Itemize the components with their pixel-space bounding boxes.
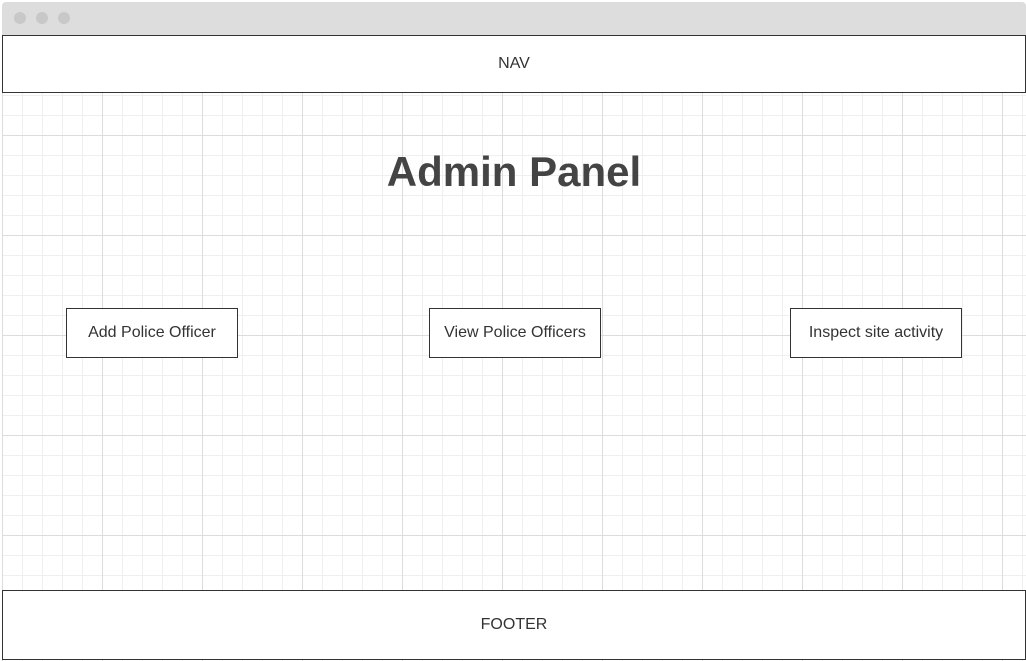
nav-bar: NAV bbox=[2, 35, 1026, 93]
view-police-officers-label: View Police Officers bbox=[444, 324, 586, 341]
window-minimize-dot[interactable] bbox=[36, 12, 48, 24]
browser-window: NAV Admin Panel Add Police Officer View … bbox=[2, 2, 1026, 661]
window-maximize-dot[interactable] bbox=[58, 12, 70, 24]
add-police-officer-label: Add Police Officer bbox=[88, 324, 216, 341]
window-titlebar bbox=[2, 2, 1026, 35]
page-title: Admin Panel bbox=[386, 148, 642, 195]
footer: FOOTER bbox=[2, 590, 1026, 660]
inspect-site-activity-button[interactable]: Inspect site activity bbox=[790, 308, 962, 358]
view-police-officers-button[interactable]: View Police Officers bbox=[429, 308, 601, 358]
inspect-site-activity-label: Inspect site activity bbox=[808, 324, 944, 341]
nav-label: NAV bbox=[498, 55, 530, 72]
add-police-officer-button[interactable]: Add Police Officer bbox=[66, 308, 238, 358]
footer-label: FOOTER bbox=[480, 616, 548, 633]
window-close-dot[interactable] bbox=[14, 12, 26, 24]
